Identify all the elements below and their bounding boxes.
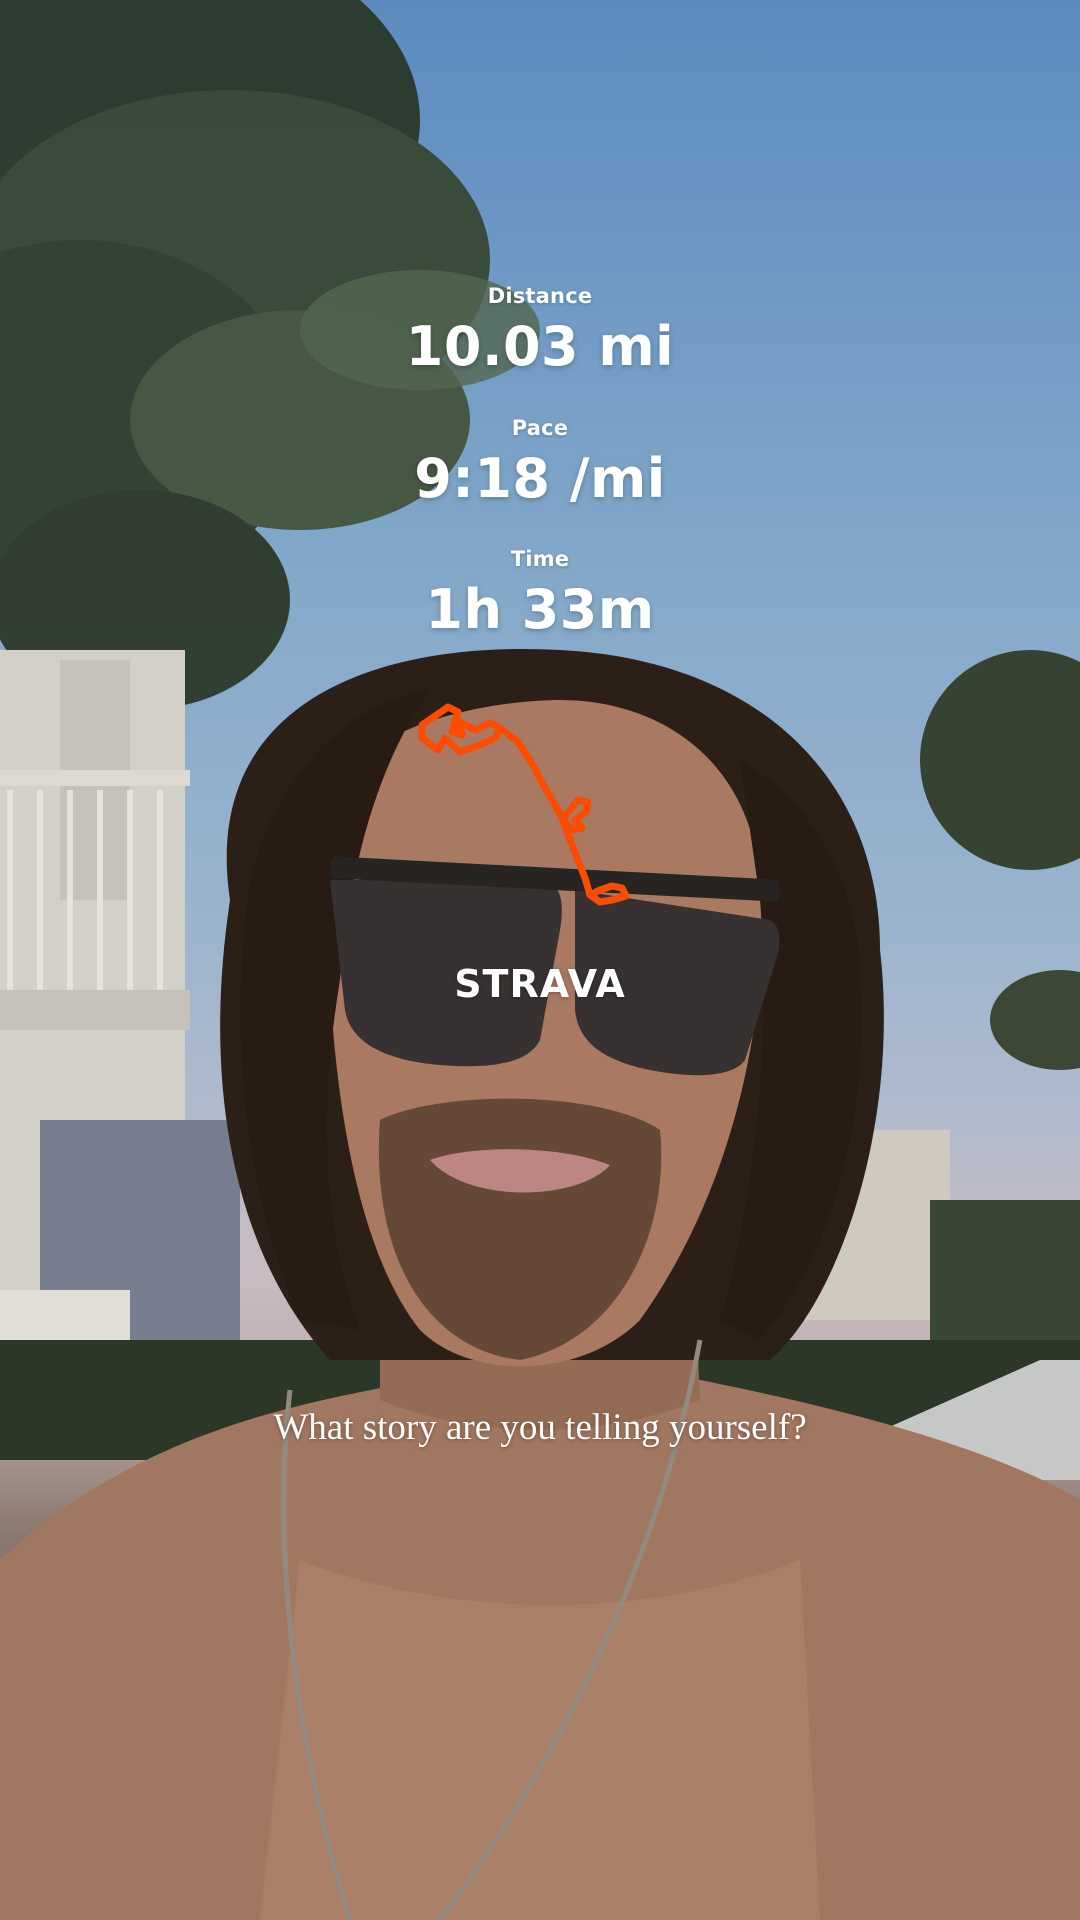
pace-value: 9:18 /mi [414, 447, 666, 510]
distance-value: 10.03 mi [405, 315, 675, 378]
time-label: Time [510, 547, 570, 571]
strava-logo: STRAVA [454, 962, 626, 1006]
time-value: 1h 33m [425, 578, 655, 641]
route-map-icon [418, 703, 630, 906]
distance-label: Distance [487, 284, 593, 308]
route-path [418, 703, 630, 906]
story-canvas: Distance 10.03 mi Pace 9:18 /mi Time 1h … [0, 0, 1080, 1920]
story-caption: What story are you telling yourself? [273, 1407, 807, 1448]
pace-label: Pace [511, 416, 569, 440]
